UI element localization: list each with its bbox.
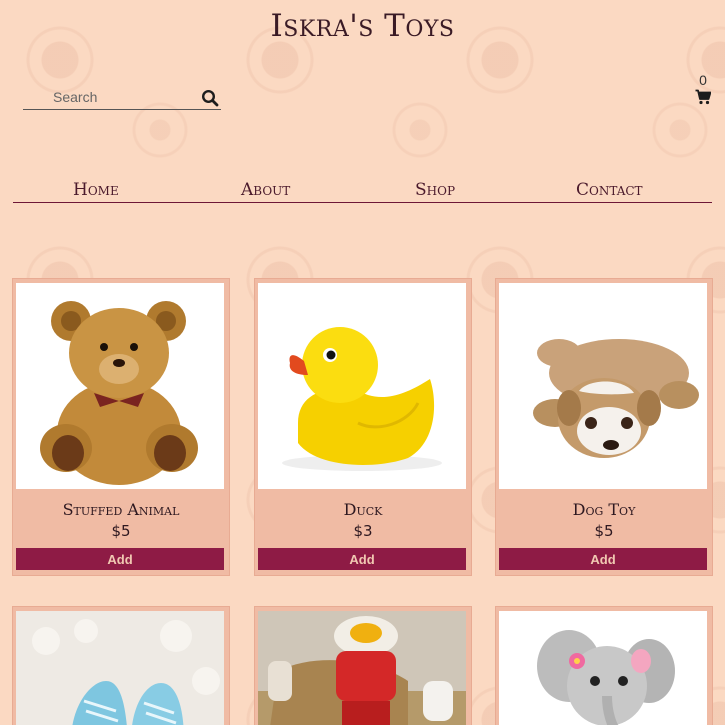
site-title: Iskra's Toys xyxy=(270,8,455,44)
rubber-duck-image[interactable] xyxy=(258,283,466,489)
product-card: Duck $3 Add xyxy=(254,278,472,576)
product-card xyxy=(495,606,713,725)
search-bar xyxy=(23,85,221,110)
product-name: Dog Toy xyxy=(572,500,636,519)
nav-home[interactable]: Home xyxy=(73,180,119,200)
plush-dog-image[interactable] xyxy=(499,283,707,489)
product-card xyxy=(12,606,230,725)
cart[interactable]: 0 xyxy=(693,72,713,105)
product-price: $5 xyxy=(594,522,614,540)
search-icon[interactable] xyxy=(201,89,219,107)
cart-count: 0 xyxy=(699,72,707,88)
wooden-toys-image[interactable] xyxy=(258,611,466,725)
product-card xyxy=(254,606,472,725)
nav-shop[interactable]: Shop xyxy=(415,180,455,200)
product-price: $3 xyxy=(353,522,373,540)
search-input[interactable] xyxy=(23,85,193,109)
add-to-cart-button[interactable]: Add xyxy=(258,548,466,570)
product-price: $5 xyxy=(111,522,131,540)
product-card: Dog Toy $5 Add xyxy=(495,278,713,576)
product-name: Duck xyxy=(343,500,383,519)
nav-about[interactable]: About xyxy=(241,180,290,200)
plush-elephant-image[interactable] xyxy=(499,611,707,725)
product-card: Stuffed Animal $5 Add xyxy=(12,278,230,576)
cart-icon[interactable] xyxy=(695,89,711,105)
teddy-bear-image[interactable] xyxy=(16,283,224,489)
baby-shoes-image[interactable] xyxy=(16,611,224,725)
nav-contact[interactable]: Contact xyxy=(576,180,643,200)
add-to-cart-button[interactable]: Add xyxy=(499,548,707,570)
main-nav: Home About Shop Contact xyxy=(13,178,712,203)
add-to-cart-button[interactable]: Add xyxy=(16,548,224,570)
product-name: Stuffed Animal xyxy=(62,500,180,519)
